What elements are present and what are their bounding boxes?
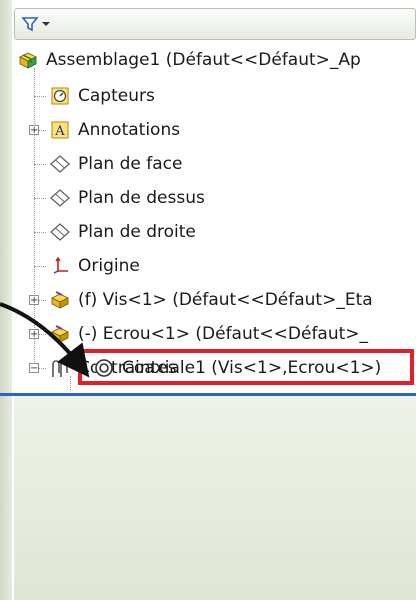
tree-item-capteurs[interactable]: Capteurs [48,82,416,110]
filter-icon [21,17,39,32]
panel-empty-area [14,396,416,600]
tree-item-label: (f) Vis<1> (Défaut<<Défaut>_Eta [78,290,373,310]
filter-button[interactable] [21,12,55,36]
tree-item-plan-droite[interactable]: Plan de droite [48,218,416,246]
annotation-arrow [0,302,90,378]
tree-connector [34,232,46,233]
tree-item-assembly[interactable]: Assemblage1 (Défaut<<Défaut>_Ap [16,46,416,74]
tree-item-label: Plan de dessus [78,188,205,208]
tree-item-label: Capteurs [78,86,155,106]
tree-item-coaxiale[interactable]: Coaxiale1 (Vis<1>,Ecrou<1>) [92,356,381,380]
assembly-icon [16,48,40,72]
tree-connector [34,266,46,267]
tree-item-plan-dessus[interactable]: Plan de dessus [48,184,416,212]
plane-icon [48,186,72,210]
tree-item-label: Origine [78,256,140,276]
tree-item-label: Annotations [78,120,181,140]
sensor-icon [48,84,72,108]
expand-annotations-button[interactable]: + [29,125,39,136]
annotation-icon: A [48,118,72,142]
plane-icon [48,220,72,244]
tree-item-label: Plan de droite [78,222,196,242]
origin-icon [48,254,72,278]
tree-connector [34,96,46,97]
svg-text:A: A [54,124,65,139]
tree-item-plan-face[interactable]: Plan de face [48,150,416,178]
tree-item-origine[interactable]: Origine [48,252,416,280]
tree-connector [34,198,46,199]
tree-item-label: Plan de face [78,154,183,174]
chevron-down-icon [42,22,50,26]
mate-label: Coaxiale1 (Vis<1>,Ecrou<1>) [122,358,382,378]
tree-connector [34,164,46,165]
filter-toolbar [14,8,416,40]
tree-item-label: (-) Ecrou<1> (Défaut<<Défaut>_ [78,324,369,344]
plane-icon [48,152,72,176]
assembly-label: Assemblage1 (Défaut<<Défaut>_Ap [46,50,361,70]
tree-item-annotations[interactable]: A Annotations [48,116,416,144]
